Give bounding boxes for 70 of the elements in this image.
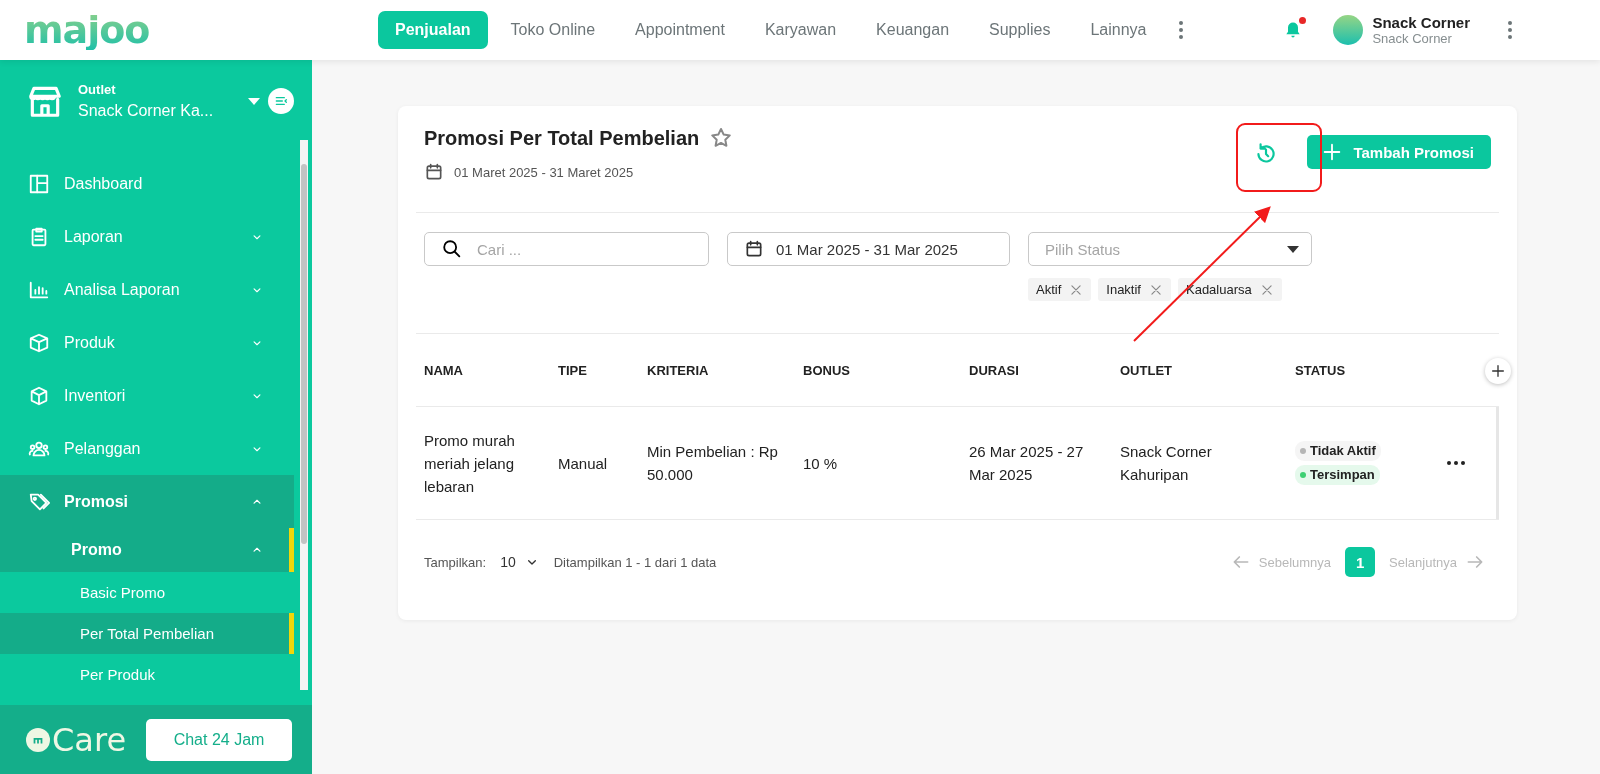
table-cell-text: 10 % xyxy=(802,453,839,474)
cube-icon xyxy=(28,384,50,407)
sidebar-item[interactable]: Analisa Laporan xyxy=(0,263,294,316)
nav-tab[interactable]: Lainnya xyxy=(1073,11,1164,49)
table-cell-text: Manual xyxy=(557,453,609,474)
filter-tag[interactable]: Aktif xyxy=(1028,278,1092,301)
table-cell-text: Promo murah meriah jelang lebaran xyxy=(423,430,516,497)
box-icon xyxy=(28,331,50,354)
care-brand: Care xyxy=(52,720,127,759)
result-summary: Ditampilkan 1 - 1 dari 1 data xyxy=(553,554,717,570)
column-header: DURASI xyxy=(968,362,1020,378)
nav-tab[interactable]: Keuangan xyxy=(859,11,967,49)
sidebar-item[interactable]: Pelanggan xyxy=(0,422,294,475)
status-badge: Tidak Aktif xyxy=(1295,441,1381,461)
column-header: STATUS xyxy=(1294,362,1347,378)
nav-tab[interactable]: Karyawan xyxy=(747,11,854,49)
search-field[interactable]: Cari ... xyxy=(424,232,709,266)
more-icon xyxy=(1179,21,1184,39)
outlet-label: Outlet xyxy=(78,82,117,97)
sidebar-item[interactable]: Laporan xyxy=(0,210,294,263)
star-icon[interactable] xyxy=(709,126,734,150)
table-cell-text: Snack Corner Kahuripan xyxy=(1119,442,1213,485)
column-header: TIPE xyxy=(557,362,588,378)
add-promo-button[interactable]: Tambah Promosi xyxy=(1307,135,1491,169)
outlet-name[interactable]: Snack Corner Ka... xyxy=(78,102,214,120)
nav-tab[interactable]: Penjualan xyxy=(378,11,488,49)
close-icon xyxy=(1149,282,1163,297)
date-range-field[interactable]: 01 Mar 2025 - 31 Mar 2025 xyxy=(727,232,1010,266)
column-header: KRITERIA xyxy=(646,362,710,378)
account-subtitle: Snack Corner xyxy=(1372,31,1453,46)
dashboard-icon xyxy=(28,172,50,195)
chat-button[interactable]: Chat 24 Jam xyxy=(146,718,292,761)
filter-tag[interactable]: Kadaluarsa xyxy=(1178,278,1282,301)
column-header: NAMA xyxy=(423,362,464,378)
filter-tag[interactable]: Inaktif xyxy=(1098,278,1171,301)
close-icon xyxy=(1069,282,1084,297)
add-column-button[interactable] xyxy=(1485,358,1511,384)
more-icon xyxy=(1446,461,1465,465)
close-icon xyxy=(1259,282,1274,297)
collapse-menu-button[interactable] xyxy=(268,88,294,114)
plus-icon xyxy=(1490,363,1506,379)
calendar-icon xyxy=(744,239,764,259)
sidebar-item[interactable]: Dashboard xyxy=(0,157,294,210)
nav-tab[interactable]: Supplies xyxy=(972,11,1068,49)
more-icon xyxy=(1508,21,1512,39)
page-number-button[interactable]: 1 xyxy=(1345,547,1376,577)
sidebar-item[interactable]: Per Total Pembelian xyxy=(0,613,294,654)
column-header: BONUS xyxy=(802,362,851,378)
sidebar-item[interactable]: Produk xyxy=(0,316,294,369)
nav-tab[interactable]: Toko Online xyxy=(493,11,613,49)
avatar-icon xyxy=(1333,15,1364,45)
column-header: OUTLET xyxy=(1119,362,1173,378)
sidebar-item[interactable]: Promosi xyxy=(0,475,294,528)
page-size-select[interactable]: 10 xyxy=(494,553,546,571)
period-text: 01 Maret 2025 - 31 Maret 2025 xyxy=(454,164,634,180)
search-icon xyxy=(441,238,463,260)
status-select[interactable]: Pilih Status xyxy=(1028,232,1312,266)
sidebar-item[interactable]: Promo xyxy=(0,528,294,572)
calendar-icon xyxy=(424,162,444,182)
page-size-label: Tampilkan: xyxy=(424,554,487,570)
page-title: Promosi Per Total Pembelian xyxy=(424,126,700,150)
table-cell-text: Min Pembelian : Rp 50.000 xyxy=(646,442,779,485)
scrollbar[interactable] xyxy=(300,140,308,690)
account-name: Snack Corner xyxy=(1372,14,1470,31)
nav-tab[interactable]: Appointment xyxy=(618,11,742,49)
sidebar-item[interactable]: Basic Promo xyxy=(0,572,294,613)
status-badge: Tersimpan xyxy=(1295,465,1380,485)
table-cell-text: 26 Mar 2025 - 27 Mar 2025 xyxy=(968,442,1085,485)
sidebar-item[interactable]: Inventori xyxy=(0,369,294,422)
sidebar-item[interactable]: Per Produk xyxy=(0,654,294,695)
